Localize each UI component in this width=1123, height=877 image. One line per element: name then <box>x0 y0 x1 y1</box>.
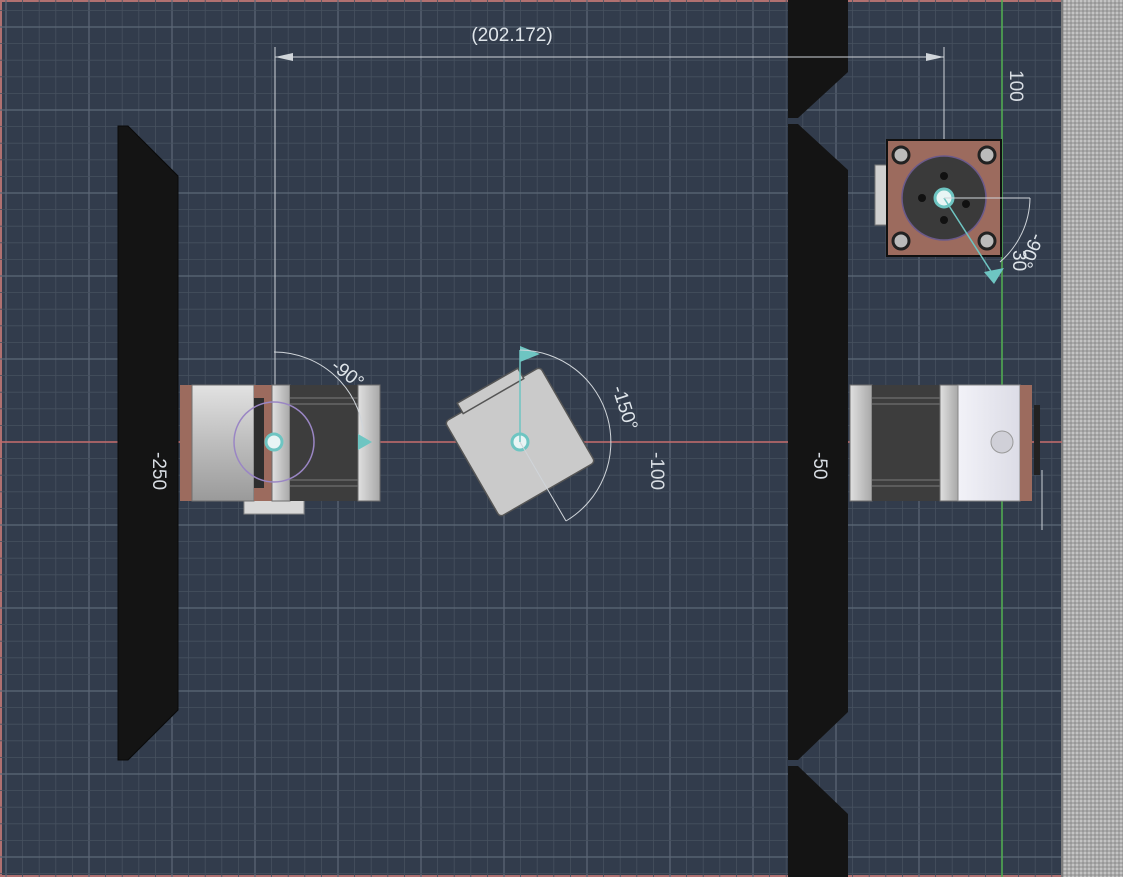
right-plate[interactable] <box>788 0 848 877</box>
center-block[interactable]: -150° <box>440 346 641 522</box>
axis-tick-label-minus250: -250 <box>148 452 169 490</box>
top-right-motor[interactable]: -90° 30 <box>874 139 1047 284</box>
axis-tick-label-100: 100 <box>1005 70 1026 102</box>
axis-tick-label-minus50: -50 <box>809 452 830 479</box>
axis-tick-label-minus100: -100 <box>646 452 667 490</box>
dimension-value: (202.172) <box>471 25 552 46</box>
cad-viewport[interactable]: (202.172) -90° -150° -90° 30 -250 -100 -… <box>0 0 1123 877</box>
wall-hatch <box>1062 0 1123 877</box>
left-motor[interactable]: -90° <box>180 351 381 515</box>
top-right-motor-extra-label: 30 <box>1008 250 1029 271</box>
left-plate[interactable] <box>117 125 179 761</box>
viewport-canvas[interactable]: (202.172) -90° -150° -90° 30 -250 -100 -… <box>0 0 1123 877</box>
